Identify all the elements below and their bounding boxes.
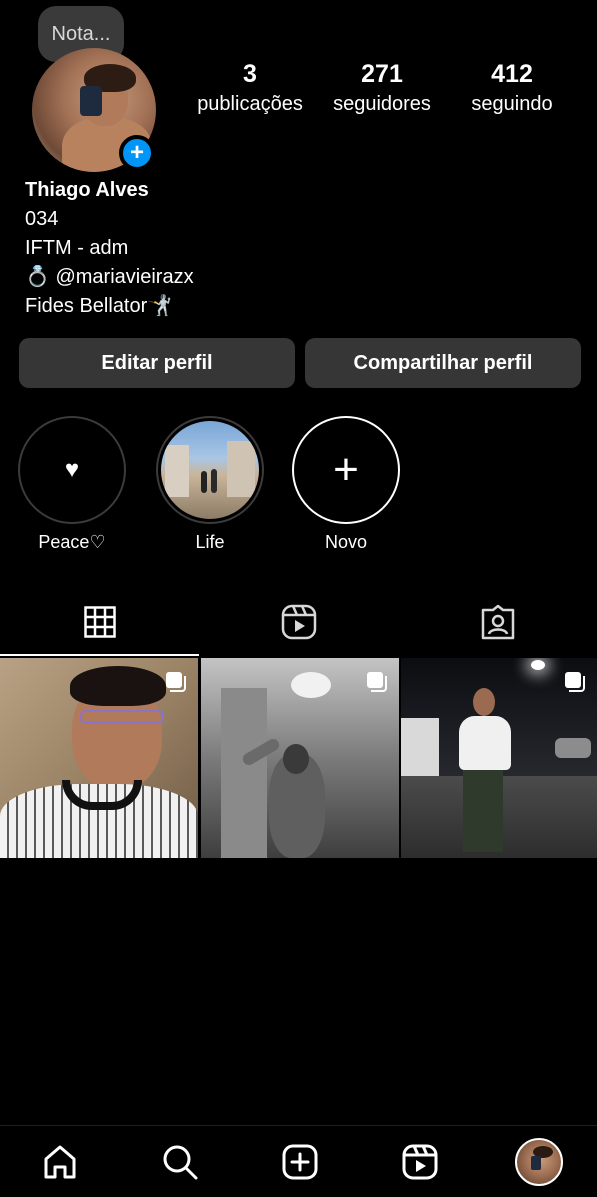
posts-count[interactable]: 3 publicações xyxy=(190,60,310,116)
nav-search[interactable] xyxy=(158,1140,202,1184)
home-icon xyxy=(44,1145,76,1179)
highlight-cover-image xyxy=(161,421,259,519)
profile-stats: 3 publicações 271 seguidores 412 seguind… xyxy=(180,60,580,130)
post-thumbnail[interactable] xyxy=(0,658,198,858)
tagged-icon xyxy=(481,604,514,640)
profile-avatar-small xyxy=(515,1138,563,1186)
nav-create[interactable] xyxy=(278,1140,322,1184)
post-thumbnail[interactable] xyxy=(201,658,399,858)
grid-icon xyxy=(83,606,116,638)
create-icon xyxy=(282,1144,318,1180)
post-thumbnail[interactable] xyxy=(401,658,597,858)
highlight-label: Peace♡ xyxy=(38,532,106,552)
multiple-photos-icon xyxy=(367,672,387,692)
bio-mention[interactable]: 💍 @mariavieirazx xyxy=(25,263,194,292)
tab-posts-grid[interactable] xyxy=(0,588,199,656)
posts-grid xyxy=(0,658,597,858)
profile-bio: Thiago Alves 034 IFTM - adm 💍 @mariaviei… xyxy=(25,176,194,321)
active-tab-indicator xyxy=(0,654,199,656)
new-highlight-button[interactable]: + Novo xyxy=(292,416,400,553)
highlight-peace[interactable]: ♥ Peace♡ xyxy=(18,416,126,553)
nav-profile[interactable] xyxy=(515,1138,563,1186)
reels-icon xyxy=(402,1144,438,1180)
bio-line: IFTM - adm xyxy=(25,237,129,259)
bottom-navigation xyxy=(0,1125,597,1197)
add-story-button[interactable]: + xyxy=(119,135,155,171)
heart-icon: ♥ xyxy=(64,456,80,483)
profile-actions: Editar perfil Compartilhar perfil xyxy=(19,338,581,388)
highlight-label: Novo xyxy=(324,532,368,552)
reels-icon xyxy=(281,604,316,640)
highlight-label: Life xyxy=(195,532,225,552)
nav-home[interactable] xyxy=(38,1140,82,1184)
multiple-photos-icon xyxy=(565,672,585,692)
multiple-photos-icon xyxy=(166,672,186,692)
plus-icon: + xyxy=(333,445,359,494)
tab-reels[interactable] xyxy=(199,588,398,656)
story-highlights: ♥ Peace♡ Life + Novo xyxy=(18,416,578,566)
profile-tabs xyxy=(0,588,597,656)
share-profile-button[interactable]: Compartilhar perfil xyxy=(305,338,581,388)
following-count[interactable]: 412 seguindo xyxy=(456,60,568,116)
nav-reels[interactable] xyxy=(398,1140,442,1184)
profile-name: Thiago Alves xyxy=(25,179,149,201)
highlight-life[interactable]: Life xyxy=(156,416,264,553)
bio-line: Fides Bellator🤺 xyxy=(25,295,173,317)
note-text: Nota... xyxy=(51,22,111,45)
tab-tagged[interactable] xyxy=(398,588,597,656)
followers-count[interactable]: 271 seguidores xyxy=(326,60,438,116)
search-icon xyxy=(163,1145,198,1180)
bio-line: 034 xyxy=(25,208,59,230)
edit-profile-button[interactable]: Editar perfil xyxy=(19,338,295,388)
